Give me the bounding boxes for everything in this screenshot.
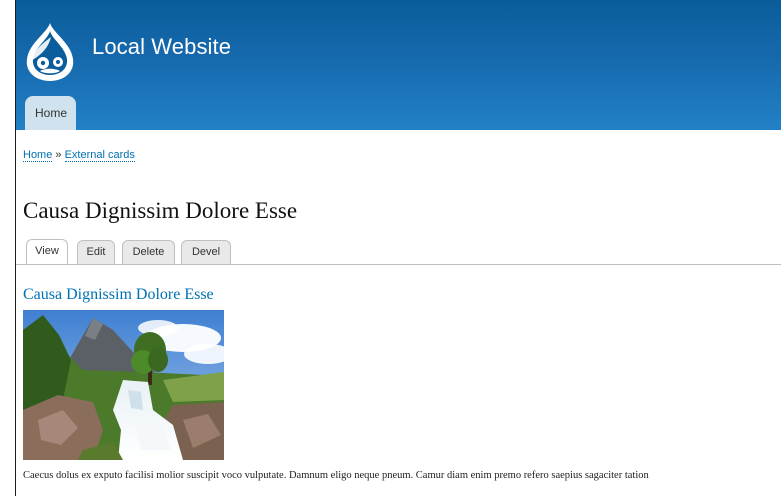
tab-edit[interactable]: Edit <box>77 240 115 264</box>
viewport-left-border <box>15 0 16 496</box>
tab-delete[interactable]: Delete <box>122 240 175 264</box>
primary-navigation: Home <box>25 96 76 130</box>
nav-tab-home[interactable]: Home <box>25 96 76 130</box>
local-tasks-tabs: View Edit Delete Devel <box>16 238 781 265</box>
tab-devel[interactable]: Devel <box>181 240 231 264</box>
drupal-drop-logo-icon <box>26 23 74 81</box>
breadcrumb-link-home[interactable]: Home <box>23 149 53 162</box>
node-image <box>23 310 224 460</box>
node-title-link[interactable]: Causa Dignissim Dolore Esse <box>23 286 214 304</box>
site-logo[interactable] <box>23 21 77 83</box>
node-body-text: Caecus dolus ex exputo facilisi molior s… <box>23 470 649 481</box>
breadcrumb: Home » External cards <box>23 149 135 162</box>
tab-view[interactable]: View <box>26 239 68 264</box>
site-name-link[interactable]: Local Website <box>92 34 231 60</box>
page-title: Causa Dignissim Dolore Esse <box>23 198 298 223</box>
breadcrumb-link-external-cards[interactable]: External cards <box>64 149 135 162</box>
site-header: Local Website Home <box>16 0 781 130</box>
landscape-waterfall-image <box>23 310 224 460</box>
breadcrumb-separator: » <box>55 149 62 161</box>
browser-viewport: Local Website Home Home » External cards… <box>0 0 781 496</box>
tabs-divider <box>16 264 781 265</box>
